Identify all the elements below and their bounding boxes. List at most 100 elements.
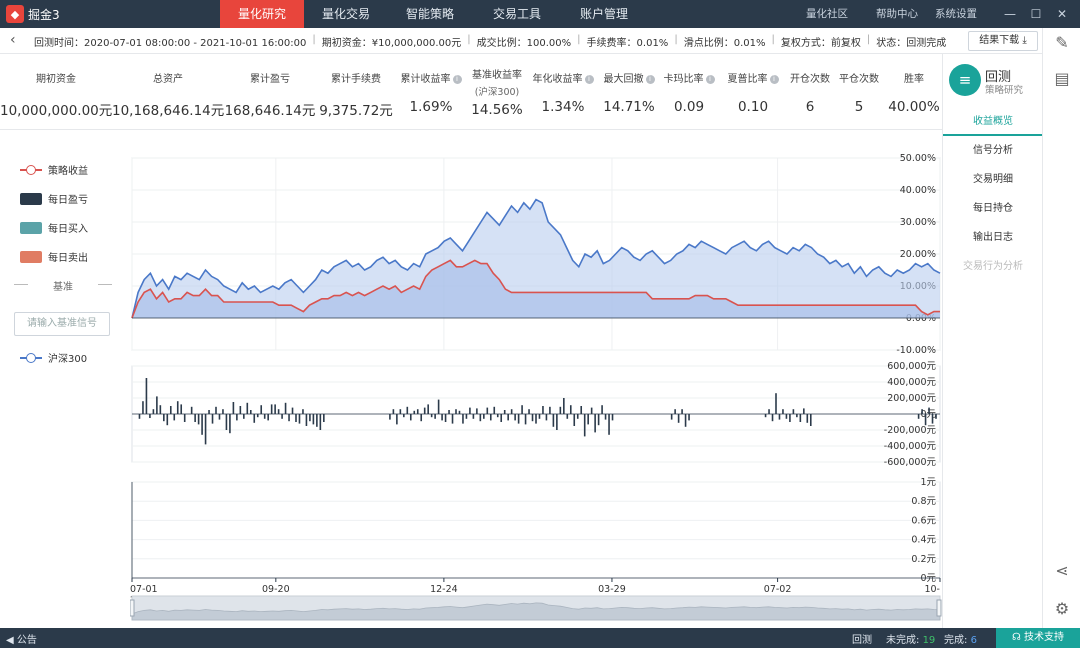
close-icon[interactable]: ✕ xyxy=(1052,0,1072,28)
trades-y-tick: 0元 xyxy=(920,573,936,584)
pnl-bar xyxy=(201,414,203,435)
status-bar: ◀ 公告 回测 未完成: 19 完成: 6 ☊ 技术支持 xyxy=(0,628,1080,648)
panel-tab-trades[interactable]: 交易明细 xyxy=(943,166,1043,194)
pnl-bar xyxy=(493,406,496,414)
pnl-bar xyxy=(298,414,301,424)
panel-header: ≡ 回测 策略研究 xyxy=(943,54,1043,108)
legend-strategy-return[interactable]: 策略收益 xyxy=(20,162,88,177)
stats-row: 期初资金 10,000,000.00元 总资产 10,168,646.14元 累计盈… xyxy=(0,54,942,130)
legend-benchmark-csi300[interactable]: 沪深300 xyxy=(20,350,87,365)
pnl-bar xyxy=(528,409,530,414)
stat-max-drawdown: 最大回撤 i 14.71% xyxy=(603,74,655,115)
legend-daily-sell[interactable]: 每日卖出 xyxy=(20,249,88,264)
pnl-bar xyxy=(535,414,537,424)
pnl-bar xyxy=(197,414,200,425)
pnl-bar xyxy=(246,402,249,414)
charts-svg: 50.00%40.00%30.00%20.00%10.00%0.00%-10.0… xyxy=(129,153,942,621)
info-icon[interactable]: i xyxy=(769,75,779,84)
stat-cumulative-return: 累计收益率 i 1.69% xyxy=(396,54,466,130)
pnl-bar xyxy=(917,414,920,419)
pnl-bar xyxy=(204,414,207,445)
pnl-bar xyxy=(465,414,468,419)
legend-daily-pnl[interactable]: 每日盈亏 xyxy=(20,191,88,206)
pnl-bar xyxy=(243,414,245,419)
info-icon[interactable]: i xyxy=(645,75,655,84)
charts-area: 50.00%40.00%30.00%20.00%10.00%0.00%-10.0… xyxy=(129,130,942,628)
stat-open-count: 开仓次数 6 xyxy=(790,74,830,115)
pnl-bar xyxy=(476,408,478,414)
pnl-bar xyxy=(462,414,464,424)
pnl-bar xyxy=(229,414,231,434)
pnl-bar xyxy=(531,414,534,422)
panel-tab-logs[interactable]: 输出日志 xyxy=(943,224,1043,252)
pnl-bar xyxy=(545,414,548,421)
link-help[interactable]: 帮助中心 xyxy=(876,0,918,28)
nav-tab-trade-tools[interactable]: 交易工具 xyxy=(472,0,562,28)
panel-subtitle: 策略研究 xyxy=(985,85,1024,96)
notice[interactable]: ◀ 公告 xyxy=(6,631,37,646)
pnl-bar xyxy=(319,414,322,430)
download-results-button[interactable]: 结果下载 ⤓ xyxy=(968,31,1038,51)
stat-annual-return: 年化收益率 i 1.34% xyxy=(528,54,598,130)
maximize-icon[interactable]: ☐ xyxy=(1026,0,1046,28)
nav-tab-account[interactable]: 账户管理 xyxy=(562,0,646,28)
pnl-bar xyxy=(260,405,263,414)
pnl-bar xyxy=(792,409,795,414)
share-icon[interactable]: ⋖ xyxy=(1051,560,1073,582)
minimize-icon[interactable]: — xyxy=(1000,0,1020,28)
pnl-bar xyxy=(173,414,176,421)
pnl-y-tick: 200,000元 xyxy=(887,393,936,404)
pnl-bar xyxy=(225,414,228,430)
panel-tab-signal[interactable]: 信号分析 xyxy=(943,137,1043,165)
legend-daily-buy[interactable]: 每日买入 xyxy=(20,220,88,235)
nav-tab-quant-trading[interactable]: 量化交易 xyxy=(304,0,388,28)
pnl-y-tick: 600,000元 xyxy=(887,361,936,372)
panel-tab-overview[interactable]: 收益概览 xyxy=(943,108,1043,136)
back-arrow-icon[interactable]: ‹ xyxy=(10,32,16,48)
info-icon[interactable]: i xyxy=(705,75,715,84)
pnl-bar xyxy=(194,414,196,422)
returns-y-tick: 20.00% xyxy=(900,249,936,260)
status-mode: 回测 xyxy=(852,635,872,646)
pnl-bar xyxy=(284,402,287,414)
top-nav-bar: ◆ 掘金3 量化研究 量化交易 智能策略 交易工具 账户管理 量化社区 帮助中心… xyxy=(0,0,1080,28)
app-name: 掘金3 xyxy=(28,7,60,22)
report-doc-icon[interactable]: ▤ xyxy=(1051,68,1073,90)
gear-icon[interactable]: ⚙ xyxy=(1051,598,1073,620)
pnl-bar xyxy=(448,410,450,414)
stat-sharpe: 夏普比率 i 0.10 xyxy=(718,54,788,130)
tech-support-button[interactable]: ☊ 技术支持 xyxy=(996,628,1080,648)
pnl-bar xyxy=(288,414,290,422)
trades-y-tick: 0.8元 xyxy=(911,496,936,507)
pnl-bar xyxy=(597,414,600,426)
returns-y-tick: -10.00% xyxy=(896,345,936,356)
pnl-bar xyxy=(256,414,259,418)
stat-total-assets: 总资产 10,168,646.14元 xyxy=(112,74,225,119)
navigator-handle-right[interactable] xyxy=(936,599,942,617)
pnl-bar xyxy=(931,414,934,424)
backtest-doc-icon: ≡ xyxy=(949,64,981,96)
pnl-bar xyxy=(392,409,395,414)
link-settings[interactable]: 系统设置 xyxy=(935,0,977,28)
panel-tab-positions[interactable]: 每日持仓 xyxy=(943,195,1043,223)
navigator-handle-left[interactable] xyxy=(129,599,135,617)
pnl-bar xyxy=(406,406,409,414)
status-done: 完成: 6 xyxy=(944,635,977,646)
x-tick-label: 09-20 xyxy=(262,584,290,595)
param-status: 状态：回测完成 xyxy=(876,38,947,49)
info-icon[interactable]: i xyxy=(584,75,594,84)
link-community[interactable]: 量化社区 xyxy=(806,0,848,28)
benchmark-signal-input[interactable]: 请输入基准信号 xyxy=(14,312,110,336)
app-logo[interactable]: ◆ 掘金3 xyxy=(6,5,60,23)
pnl-bar xyxy=(809,414,812,426)
pnl-bar xyxy=(590,407,593,414)
nav-tab-smart-strategy[interactable]: 智能策略 xyxy=(388,0,472,28)
pnl-bar xyxy=(215,406,217,414)
edit-doc-icon[interactable]: ✎ xyxy=(1051,32,1073,54)
pnl-bar xyxy=(576,414,579,419)
pnl-bar xyxy=(469,407,471,414)
pnl-y-tick: -600,000元 xyxy=(884,457,937,468)
nav-tab-quant-research[interactable]: 量化研究 xyxy=(220,0,304,28)
info-icon[interactable]: i xyxy=(452,75,462,84)
trades-y-tick: 0.6元 xyxy=(911,515,936,526)
